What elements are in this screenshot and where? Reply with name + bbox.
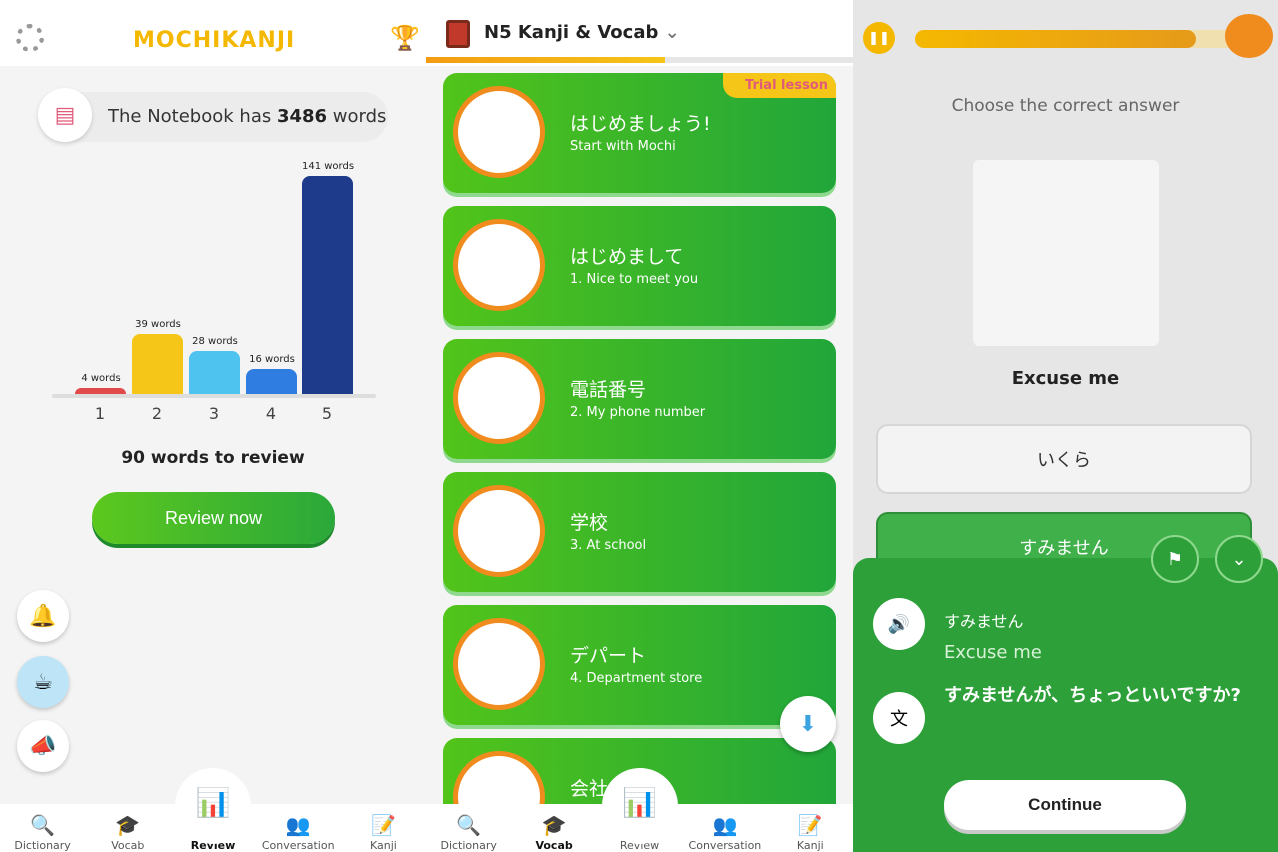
nav-label: Dictionary [14, 839, 71, 852]
review-level-chart: 4 words 1 39 words 2 28 words 3 16 words 4 141 w… [0, 0, 426, 440]
lesson-thumbnail [453, 86, 545, 178]
nav-kanji[interactable]: 📝 Kanji [768, 804, 853, 852]
course-progress-fill [426, 57, 666, 63]
bar-data-label: 16 words [249, 354, 295, 366]
conversation-icon: 👥 [712, 813, 738, 837]
nav-vocab[interactable]: 🎓 Vocab [511, 804, 596, 852]
nav-label: Kanji [796, 839, 824, 852]
x-tick-label: 5 [321, 404, 333, 423]
x-tick-label: 2 [151, 404, 163, 423]
nav-label: Kanji [369, 839, 397, 852]
flag-report-icon[interactable]: ⚑ [1151, 535, 1199, 583]
review-screen: MOCHIKANJI 🏆 ▤ The Notebook has 3486 wor… [0, 0, 426, 852]
nav-label: Dictionary [440, 839, 497, 852]
speaker-icon[interactable]: 🔊 [873, 598, 925, 650]
megaphone-icon[interactable]: 📣 [17, 720, 69, 772]
bar-level-5 [302, 176, 353, 394]
chart-axis [52, 394, 376, 398]
review-chart-icon: 📊 [601, 768, 678, 844]
lesson-title-jp: デパート [570, 645, 647, 667]
vocab-icon: 🎓 [541, 813, 567, 837]
bar-data-label: 28 words [192, 335, 238, 347]
nav-label: Vocab [111, 839, 145, 852]
answer-option[interactable]: いくら [876, 424, 1252, 494]
words-to-review: 90 words to review [121, 448, 305, 468]
lesson-card[interactable]: デパート 4. Department store [443, 605, 836, 725]
pause-button[interactable]: ❚❚ [863, 22, 895, 54]
lesson-title-en: 3. At school [570, 538, 647, 553]
translate-icon[interactable]: 文 [873, 692, 925, 744]
bar-data-label: 4 words [81, 372, 121, 384]
lesson-thumbnail [453, 618, 545, 710]
course-selector[interactable]: N5 Kanji & Vocab ⌄ [484, 22, 680, 43]
lesson-card[interactable]: 電話番号 2. My phone number [443, 339, 836, 459]
question-illustration [973, 160, 1159, 346]
x-tick-label: 1 [94, 404, 106, 423]
lesson-title-en: 4. Department store [570, 671, 703, 686]
quiz-screen: ❚❚ Choose the correct answer Excuse me い… [853, 0, 1278, 852]
nav-label: Vocab [535, 839, 573, 852]
dictionary-icon: 🔍 [456, 813, 482, 837]
notification-bell-icon[interactable]: 🔔 [17, 590, 69, 642]
answer-jp: すみません [944, 612, 1024, 631]
quiz-progress-bar [915, 30, 1245, 48]
mochi-cup-icon[interactable]: ☕ [17, 656, 69, 708]
nav-vocab[interactable]: 🎓 Vocab [85, 804, 170, 852]
bottom-nav: 🔍 Dictionary 🎓 Vocab 📊 Review 👥 Conversation 📝 Ka… [426, 768, 853, 852]
question-prompt: Choose the correct answer [951, 96, 1180, 116]
nav-dictionary[interactable]: 🔍 Dictionary [426, 804, 511, 852]
dictionary-icon: 🔍 [30, 813, 56, 837]
lesson-title-en: 1. Nice to meet you [570, 272, 699, 287]
x-tick-label: 4 [265, 404, 277, 423]
question-word: Excuse me [1011, 368, 1120, 389]
download-button[interactable]: ⬇ [780, 696, 836, 752]
nav-kanji[interactable]: 📝 Kanji [341, 804, 426, 852]
nav-conversation[interactable]: 👥 Conversation [682, 804, 767, 852]
feedback-panel: 🔊 すみません Excuse me 文 すみませんが、ちょっといいですか? Co… [853, 558, 1278, 852]
chevron-down-icon: ⌄ [664, 22, 680, 43]
lesson-card[interactable]: はじめまして 1. Nice to meet you [443, 206, 836, 326]
x-tick-label: 3 [208, 404, 220, 423]
bar-data-label: 141 words [301, 161, 355, 172]
lesson-title-en: Start with Mochi [570, 139, 676, 154]
orange-mascot-icon [1225, 14, 1273, 58]
lesson-title-jp: 電話番号 [570, 379, 647, 401]
kanji-icon: 📝 [370, 813, 396, 837]
bar-level-4 [246, 369, 297, 394]
lesson-title-jp: 学校 [570, 512, 609, 534]
course-progress-bar [426, 57, 853, 63]
conversation-icon: 👥 [285, 813, 311, 837]
vocab-icon: 🎓 [115, 813, 141, 837]
nav-conversation[interactable]: 👥 Conversation [256, 804, 341, 852]
lesson-title-jp: はじめましょう! [570, 113, 711, 135]
trial-lesson-badge: Trial lesson [723, 73, 836, 98]
review-chart-icon: 📊 [175, 768, 251, 844]
nav-review[interactable]: 📊 Review [170, 768, 255, 852]
kanji-icon: 📝 [797, 813, 823, 837]
quiz-progress-fill [915, 30, 1196, 48]
bar-data-label: 39 words [135, 318, 181, 330]
answer-en: Excuse me [944, 642, 1042, 663]
lesson-thumbnail [453, 219, 545, 311]
lesson-title-en: 2. My phone number [570, 405, 706, 420]
nav-label: Conversation [261, 839, 335, 852]
lesson-thumbnail [453, 352, 545, 444]
nav-review[interactable]: 📊 Review [597, 768, 682, 852]
nav-dictionary[interactable]: 🔍 Dictionary [0, 804, 85, 852]
bookshelf-icon [446, 20, 470, 48]
nav-label: Conversation [688, 839, 762, 852]
vocab-screen: N5 Kanji & Vocab ⌄ はじめましょう! Start with M… [426, 0, 853, 852]
bottom-nav: 🔍 Dictionary 🎓 Vocab 📊 Review 👥 Conversation 📝 Ka… [0, 768, 426, 852]
lesson-card[interactable]: はじめましょう! Start with Mochi Trial lesson [443, 73, 836, 193]
lesson-thumbnail [453, 485, 545, 577]
bar-level-1 [75, 387, 126, 394]
collapse-chevron-icon[interactable]: ⌄ [1215, 535, 1263, 583]
example-sentence: すみませんが、ちょっといいですか? [944, 685, 1241, 706]
review-now-button[interactable]: Review now [92, 492, 335, 544]
lesson-title-jp: はじめまして [570, 246, 684, 268]
lesson-card[interactable]: 学校 3. At school [443, 472, 836, 592]
continue-button[interactable]: Continue [944, 780, 1186, 830]
